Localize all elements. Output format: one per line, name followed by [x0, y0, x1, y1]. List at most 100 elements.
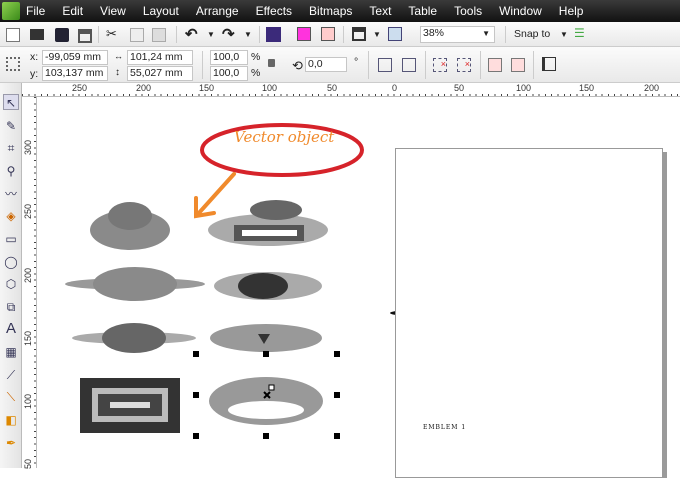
crop-tool-icon[interactable]: ⌗ — [3, 140, 19, 156]
menu-window[interactable]: Window — [499, 4, 542, 18]
menu-edit[interactable]: Edit — [62, 4, 83, 18]
group-icon[interactable]: × — [433, 58, 447, 72]
selection-handle-se[interactable] — [334, 433, 340, 439]
open-icon[interactable] — [30, 29, 44, 40]
scale-x-input[interactable]: 100,0 — [210, 50, 248, 65]
width-icon: ↔ — [114, 51, 123, 61]
ruler-label: 100 — [516, 83, 532, 93]
eyedropper-tool-icon[interactable]: ✒ — [3, 435, 19, 451]
vertical-ruler[interactable]: 300 250 200 150 100 50 — [22, 97, 37, 469]
menu-file[interactable]: File — [26, 4, 45, 18]
menu-bitmaps[interactable]: Bitmaps — [309, 4, 352, 18]
snap-to-button[interactable]: Snap to — [514, 28, 550, 40]
ruler-label: 0 — [392, 83, 398, 93]
table-tool-icon[interactable]: ▦ — [3, 344, 19, 360]
polygon-tool-icon[interactable]: ⬡ — [3, 276, 19, 292]
save-icon[interactable] — [55, 28, 69, 42]
pick-tool-icon[interactable]: ↖ — [3, 94, 19, 110]
ungroup-icon[interactable]: × — [457, 58, 471, 72]
menu-effects[interactable]: Effects — [256, 4, 292, 18]
rectangle-tool-icon[interactable]: ▭ — [3, 231, 19, 247]
ruler-label: 50 — [454, 83, 465, 93]
paste-icon[interactable] — [152, 28, 166, 42]
scale-y-input[interactable]: 100,0 — [210, 66, 248, 81]
menu-bar: File Edit View Layout Arrange Effects Bi… — [0, 0, 680, 22]
basic-shapes-icon[interactable]: ⧉ — [3, 299, 19, 315]
horizontal-ruler[interactable]: 250 200 150 100 50 0 50 100 150 200 — [22, 83, 680, 97]
rotation-input[interactable]: 0,0 — [305, 57, 347, 72]
import-icon[interactable] — [297, 27, 311, 41]
lock-ratio-icon[interactable] — [268, 59, 275, 67]
ruler-label: 250 — [23, 203, 33, 219]
property-bar: x: -99,059 mm y: 103,137 mm ↔ 101,24 mm … — [0, 47, 680, 83]
print-icon[interactable] — [78, 29, 92, 43]
redo-dropdown-icon[interactable]: ▼ — [244, 30, 252, 39]
wrap-text-icon[interactable] — [542, 57, 556, 71]
ruler-label: 200 — [136, 83, 152, 93]
mirror-horizontal-icon[interactable] — [378, 58, 392, 72]
standard-toolbar: ✂ ↶ ▼ ↷ ▼ ▼ 38% ▼ Snap to ▼ ☰ — [0, 22, 680, 47]
selection-handle-ne[interactable] — [334, 351, 340, 357]
selection-handle-s[interactable] — [263, 433, 269, 439]
redo-icon[interactable]: ↷ — [222, 25, 236, 43]
ruler-label: 150 — [579, 83, 595, 93]
copy-icon[interactable] — [130, 28, 144, 42]
publish-pdf-icon[interactable] — [352, 27, 366, 41]
mirror-vertical-icon[interactable] — [402, 58, 416, 72]
dimension-tool-icon[interactable]: ⟋ — [3, 367, 19, 383]
snap-dropdown-icon[interactable]: ▼ — [560, 30, 568, 39]
percent-x-label: % — [251, 51, 261, 63]
selection-handle-w[interactable] — [193, 392, 199, 398]
menu-text[interactable]: Text — [369, 4, 391, 18]
cut-icon[interactable]: ✂ — [106, 26, 120, 41]
width-input[interactable]: 101,24 mm — [127, 50, 193, 65]
selection-handle-n[interactable] — [263, 351, 269, 357]
zoom-tool-icon[interactable]: ⚲ — [3, 163, 19, 179]
zoom-level-select[interactable]: 38% ▼ — [420, 26, 495, 43]
menu-table[interactable]: Table — [408, 4, 437, 18]
ellipse-tool-icon[interactable]: ◯ — [3, 254, 19, 270]
drawing-canvas[interactable]: Vector object EMBLEM 1 — [38, 98, 680, 478]
x-position-input[interactable]: -99,059 mm — [42, 50, 108, 65]
export-icon[interactable] — [321, 27, 335, 41]
options-icon[interactable]: ☰ — [574, 26, 588, 40]
percent-y-label: % — [251, 67, 261, 79]
chevron-down-icon: ▼ — [482, 29, 490, 38]
callout-arrow — [194, 172, 236, 219]
connector-tool-icon[interactable]: ⟍ — [3, 389, 19, 405]
emblem-label: EMBLEM 1 — [423, 424, 467, 431]
new-document-icon[interactable] — [6, 28, 20, 42]
y-position-input[interactable]: 103,137 mm — [42, 66, 108, 81]
ruler-label: 200 — [644, 83, 660, 93]
ruler-label: 100 — [262, 83, 278, 93]
undo-icon[interactable]: ↶ — [185, 25, 199, 43]
corel-connect-icon[interactable] — [266, 27, 281, 42]
menu-help[interactable]: Help — [559, 4, 584, 18]
menu-view[interactable]: View — [100, 4, 126, 18]
combine-icon[interactable] — [488, 58, 502, 72]
ornament-7 — [80, 378, 180, 433]
menu-arrange[interactable]: Arrange — [196, 4, 239, 18]
ornament-3 — [65, 267, 205, 301]
ornament-1 — [90, 202, 170, 250]
ruler-label: 50 — [23, 458, 33, 469]
height-input[interactable]: 55,027 mm — [127, 66, 193, 81]
blend-tool-icon[interactable]: ◧ — [3, 412, 19, 428]
ruler-label: 250 — [72, 83, 88, 93]
smart-fill-icon[interactable]: ◈ — [3, 208, 19, 224]
selection-handle-sw[interactable] — [193, 433, 199, 439]
undo-dropdown-icon[interactable]: ▼ — [207, 30, 215, 39]
menu-layout[interactable]: Layout — [143, 4, 179, 18]
selection-handle-nw[interactable] — [193, 351, 199, 357]
selection-handle-e[interactable] — [334, 392, 340, 398]
freehand-tool-icon[interactable]: 〰 — [3, 186, 19, 202]
ornament-6 — [210, 324, 322, 352]
welcome-screen-icon[interactable] — [388, 27, 402, 41]
break-apart-icon[interactable] — [511, 58, 525, 72]
shape-tool-icon[interactable]: ✎ — [3, 118, 19, 134]
ruler-label: 150 — [23, 330, 33, 346]
ruler-label: 50 — [327, 83, 338, 93]
publish-dropdown-icon[interactable]: ▼ — [373, 30, 381, 39]
text-tool-icon[interactable]: A — [3, 321, 19, 337]
menu-tools[interactable]: Tools — [454, 4, 482, 18]
